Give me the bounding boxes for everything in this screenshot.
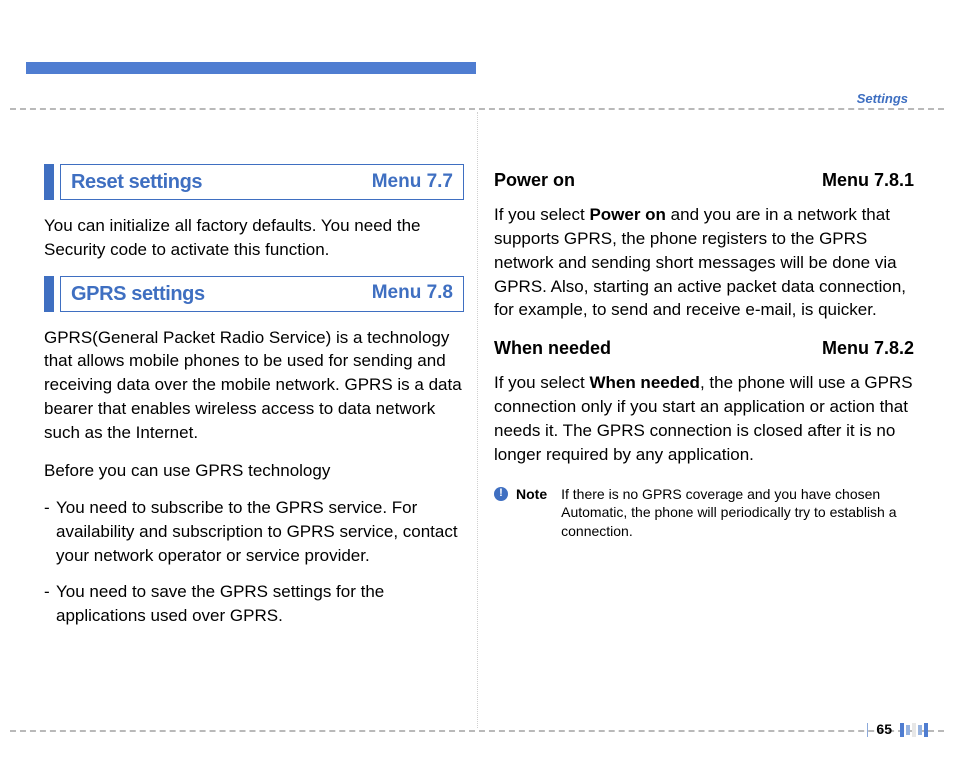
dash-icon: - bbox=[44, 580, 56, 628]
body-text: If you select Power on and you are in a … bbox=[494, 203, 914, 322]
page-gutter bbox=[477, 112, 478, 728]
section-title: Reset settings bbox=[71, 168, 202, 196]
note-block: ! Note If there is no GPRS coverage and … bbox=[494, 485, 914, 542]
left-column: Reset settings Menu 7.7 You can initiali… bbox=[44, 160, 464, 639]
right-column: Power on Menu 7.8.1 If you select Power … bbox=[494, 160, 914, 541]
body-text: You can initialize all factory defaults.… bbox=[44, 214, 464, 262]
subsection-heading-whenneeded: When needed Menu 7.8.2 bbox=[494, 336, 914, 361]
body-text: GPRS(General Packet Radio Service) is a … bbox=[44, 326, 464, 445]
subsection-title: Power on bbox=[494, 168, 575, 193]
header-section-label: Settings bbox=[857, 90, 908, 108]
list-item: - You need to save the GPRS settings for… bbox=[44, 580, 464, 628]
note-label: Note bbox=[516, 485, 547, 542]
page-ornament-icon bbox=[900, 723, 928, 737]
list-item-text: You need to subscribe to the GPRS servic… bbox=[56, 496, 464, 567]
info-icon: ! bbox=[494, 487, 508, 501]
subsection-menu: Menu 7.8.1 bbox=[822, 168, 914, 193]
section-tab-icon bbox=[44, 164, 54, 200]
dash-icon: - bbox=[44, 496, 56, 567]
list-item-text: You need to save the GPRS settings for t… bbox=[56, 580, 464, 628]
subsection-heading-poweron: Power on Menu 7.8.1 bbox=[494, 168, 914, 193]
page-number-separator bbox=[867, 723, 869, 737]
section-tab-icon bbox=[44, 276, 54, 312]
body-text: Before you can use GPRS technology bbox=[44, 459, 464, 483]
section-heading-gprs: GPRS settings Menu 7.8 bbox=[44, 276, 464, 312]
section-title: GPRS settings bbox=[71, 280, 205, 308]
page-number: 65 bbox=[876, 720, 892, 740]
subsection-menu: Menu 7.8.2 bbox=[822, 336, 914, 361]
body-text: If you select When needed, the phone wil… bbox=[494, 371, 914, 466]
section-menu: Menu 7.8 bbox=[372, 280, 453, 307]
subsection-title: When needed bbox=[494, 336, 611, 361]
page-number-group: 65 bbox=[867, 720, 928, 740]
section-heading-reset: Reset settings Menu 7.7 bbox=[44, 164, 464, 200]
section-menu: Menu 7.7 bbox=[372, 169, 453, 196]
cut-line-bottom bbox=[10, 730, 944, 732]
list-item: - You need to subscribe to the GPRS serv… bbox=[44, 496, 464, 567]
cut-line-top bbox=[10, 108, 944, 110]
header-bar-left bbox=[26, 62, 476, 74]
note-body: If there is no GPRS coverage and you hav… bbox=[561, 485, 914, 542]
header-bar-right bbox=[492, 62, 928, 74]
